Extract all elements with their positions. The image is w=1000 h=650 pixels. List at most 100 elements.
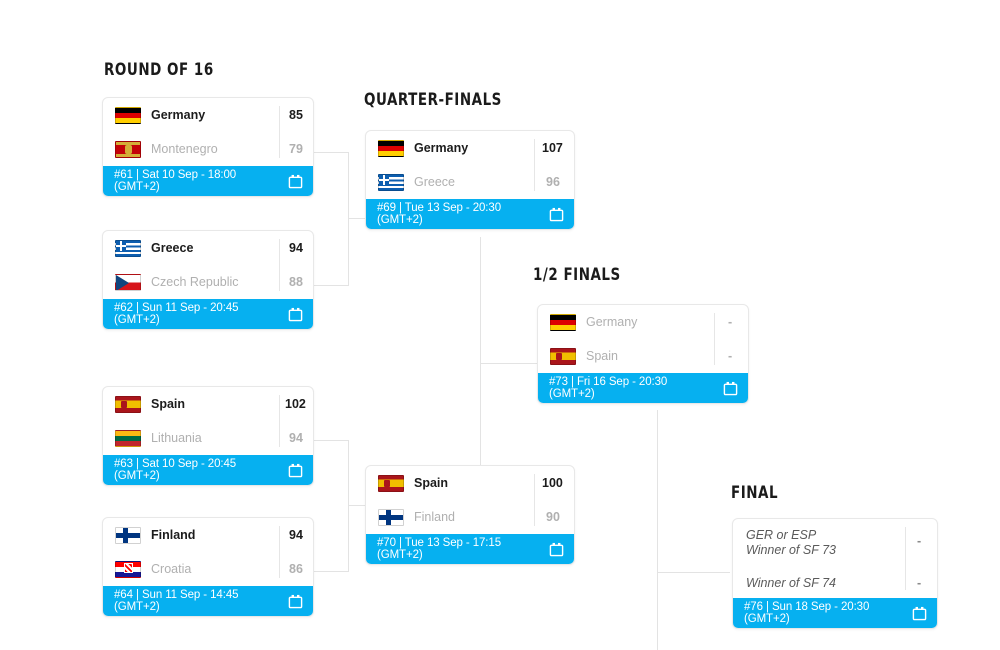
match-70-datetime: #70 | Tue 13 Sep - 17:15 (GMT+2) bbox=[377, 537, 549, 562]
match-61-row-home: Germany 85 bbox=[103, 98, 313, 132]
team-name-home: Germany bbox=[151, 108, 206, 122]
score-home: 102 bbox=[285, 397, 306, 411]
team-name-home: Finland bbox=[151, 528, 196, 542]
match-62-datetime-line1: #62 | Sun 11 Sep - 20:45 bbox=[114, 301, 239, 314]
match-73-datetime-line1: #73 | Fri 16 Sep - 20:30 bbox=[549, 375, 668, 388]
score-home: - bbox=[728, 315, 733, 329]
match-card-70[interactable]: Spain 100 Finland 90 #70 | Tue 13 Sep - … bbox=[365, 465, 575, 565]
match-61-schedule-bar[interactable]: #61 | Sat 10 Sep - 18:00 (GMT+2) bbox=[103, 166, 313, 196]
match-69-row-home: Germany 107 bbox=[366, 131, 574, 165]
flag-icon-germany bbox=[550, 313, 576, 331]
match-61-datetime: #61 | Sat 10 Sep - 18:00 (GMT+2) bbox=[114, 169, 288, 194]
match-card-61[interactable]: Germany 85 Montenegro 79 #61 | Sat 10 Se… bbox=[102, 97, 314, 197]
score-divider bbox=[905, 527, 906, 590]
round-title-half-finals: 1/2 FINALS bbox=[533, 265, 621, 285]
flag-icon-finland bbox=[115, 526, 141, 544]
team-name-away: Lithuania bbox=[151, 431, 202, 445]
calendar-icon[interactable] bbox=[549, 207, 564, 222]
match-card-62[interactable]: Greece 94 Czech Republic 88 #62 | Sun 11… bbox=[102, 230, 314, 330]
flag-icon-greece bbox=[378, 173, 404, 191]
match-73-schedule-bar[interactable]: #73 | Fri 16 Sep - 20:30 (GMT+2) bbox=[538, 373, 748, 403]
score-away: - bbox=[728, 349, 733, 363]
match-63-datetime-line2: (GMT+2) bbox=[114, 470, 160, 482]
match-76-row-home: GER or ESP Winner of SF 73 - bbox=[733, 519, 937, 564]
match-62-schedule-bar[interactable]: #62 | Sun 11 Sep - 20:45 (GMT+2) bbox=[103, 299, 313, 329]
score-divider bbox=[714, 313, 715, 365]
match-70-row-home: Spain 100 bbox=[366, 466, 574, 500]
match-64-datetime: #64 | Sun 11 Sep - 14:45 (GMT+2) bbox=[114, 589, 288, 614]
bracket-canvas: ROUND OF 16 QUARTER-FINALS 1/2 FINALS FI… bbox=[0, 0, 1000, 650]
calendar-icon[interactable] bbox=[723, 381, 738, 396]
connector-into-m73-top bbox=[480, 363, 538, 364]
score-away: 88 bbox=[289, 275, 303, 289]
match-62-row-away: Czech Republic 88 bbox=[103, 265, 313, 299]
match-76-datetime-line2: (GMT+2) bbox=[744, 613, 790, 625]
flag-icon-montenegro bbox=[115, 140, 141, 158]
match-76-datetime-line1: #76 | Sun 18 Sep - 20:30 bbox=[744, 600, 870, 613]
match-70-datetime-line1: #70 | Tue 13 Sep - 17:15 bbox=[377, 536, 501, 549]
score-away: 86 bbox=[289, 562, 303, 576]
calendar-icon[interactable] bbox=[288, 307, 303, 322]
match-63-schedule-bar[interactable]: #63 | Sat 10 Sep - 20:45 (GMT+2) bbox=[103, 455, 313, 485]
team-name-away: Finland bbox=[414, 510, 455, 524]
flag-icon-greece bbox=[115, 239, 141, 257]
score-divider bbox=[279, 395, 280, 447]
match-61-rows: Germany 85 Montenegro 79 bbox=[103, 98, 313, 166]
score-home: 107 bbox=[542, 141, 563, 155]
round-title-round-of-16: ROUND OF 16 bbox=[104, 60, 214, 80]
match-card-69[interactable]: Germany 107 Greece 96 #69 | Tue 13 Sep -… bbox=[365, 130, 575, 230]
match-69-rows: Germany 107 Greece 96 bbox=[366, 131, 574, 199]
calendar-icon[interactable] bbox=[288, 463, 303, 478]
match-69-datetime: #69 | Tue 13 Sep - 20:30 (GMT+2) bbox=[377, 202, 549, 227]
team-name-away: Spain bbox=[586, 349, 618, 363]
calendar-icon[interactable] bbox=[549, 542, 564, 557]
match-73-datetime-line2: (GMT+2) bbox=[549, 388, 595, 400]
match-73-rows: Germany - Spain - bbox=[538, 305, 748, 373]
match-card-63[interactable]: Spain 102 Lithuania 94 #63 | Sat 10 Sep … bbox=[102, 386, 314, 486]
flag-icon-germany bbox=[378, 139, 404, 157]
team-name-away: Montenegro bbox=[151, 142, 218, 156]
match-62-datetime-line2: (GMT+2) bbox=[114, 314, 160, 326]
calendar-icon[interactable] bbox=[288, 594, 303, 609]
match-73-datetime: #73 | Fri 16 Sep - 20:30 (GMT+2) bbox=[549, 376, 723, 401]
connector-m73-down bbox=[657, 410, 658, 650]
match-70-row-away: Finland 90 bbox=[366, 500, 574, 534]
score-away: 90 bbox=[546, 510, 560, 524]
match-62-row-home: Greece 94 bbox=[103, 231, 313, 265]
score-away: 94 bbox=[289, 431, 303, 445]
match-64-row-home: Finland 94 bbox=[103, 518, 313, 552]
connector-upper-r16-join bbox=[348, 152, 349, 286]
calendar-icon[interactable] bbox=[912, 606, 927, 621]
match-76-rows: GER or ESP Winner of SF 73 - Winner of S… bbox=[733, 519, 937, 598]
match-70-datetime-line2: (GMT+2) bbox=[377, 549, 423, 561]
match-73-row-home: Germany - bbox=[538, 305, 748, 339]
team-name-away: Czech Republic bbox=[151, 275, 239, 289]
match-76-datetime: #76 | Sun 18 Sep - 20:30 (GMT+2) bbox=[744, 601, 912, 626]
team-placeholder-away-line1: Winner of SF 74 bbox=[746, 576, 836, 590]
match-61-row-away: Montenegro 79 bbox=[103, 132, 313, 166]
match-62-rows: Greece 94 Czech Republic 88 bbox=[103, 231, 313, 299]
match-69-row-away: Greece 96 bbox=[366, 165, 574, 199]
match-63-rows: Spain 102 Lithuania 94 bbox=[103, 387, 313, 455]
match-card-64[interactable]: Finland 94 Croatia 86 #64 | Sun 11 Sep -… bbox=[102, 517, 314, 617]
score-away: 79 bbox=[289, 142, 303, 156]
match-card-76[interactable]: GER or ESP Winner of SF 73 - Winner of S… bbox=[732, 518, 938, 629]
round-title-final: FINAL bbox=[731, 483, 779, 503]
team-name-home: Spain bbox=[414, 476, 449, 490]
calendar-icon[interactable] bbox=[288, 174, 303, 189]
team-name-away: Greece bbox=[414, 175, 455, 189]
match-card-73[interactable]: Germany - Spain - #73 | Fri 16 Sep - 20:… bbox=[537, 304, 749, 404]
flag-icon-spain bbox=[550, 347, 576, 365]
score-home: 100 bbox=[542, 476, 563, 490]
match-70-schedule-bar[interactable]: #70 | Tue 13 Sep - 17:15 (GMT+2) bbox=[366, 534, 574, 564]
score-divider bbox=[279, 106, 280, 158]
match-70-rows: Spain 100 Finland 90 bbox=[366, 466, 574, 534]
team-placeholder-away: Winner of SF 74 bbox=[733, 576, 903, 591]
match-64-schedule-bar[interactable]: #64 | Sun 11 Sep - 14:45 (GMT+2) bbox=[103, 586, 313, 616]
team-name-home: Greece bbox=[151, 241, 194, 255]
match-76-schedule-bar[interactable]: #76 | Sun 18 Sep - 20:30 (GMT+2) bbox=[733, 598, 937, 628]
connector-lower-r16-join bbox=[348, 440, 349, 572]
match-69-schedule-bar[interactable]: #69 | Tue 13 Sep - 20:30 (GMT+2) bbox=[366, 199, 574, 229]
connector-into-m70 bbox=[348, 505, 366, 506]
score-divider bbox=[534, 139, 535, 191]
